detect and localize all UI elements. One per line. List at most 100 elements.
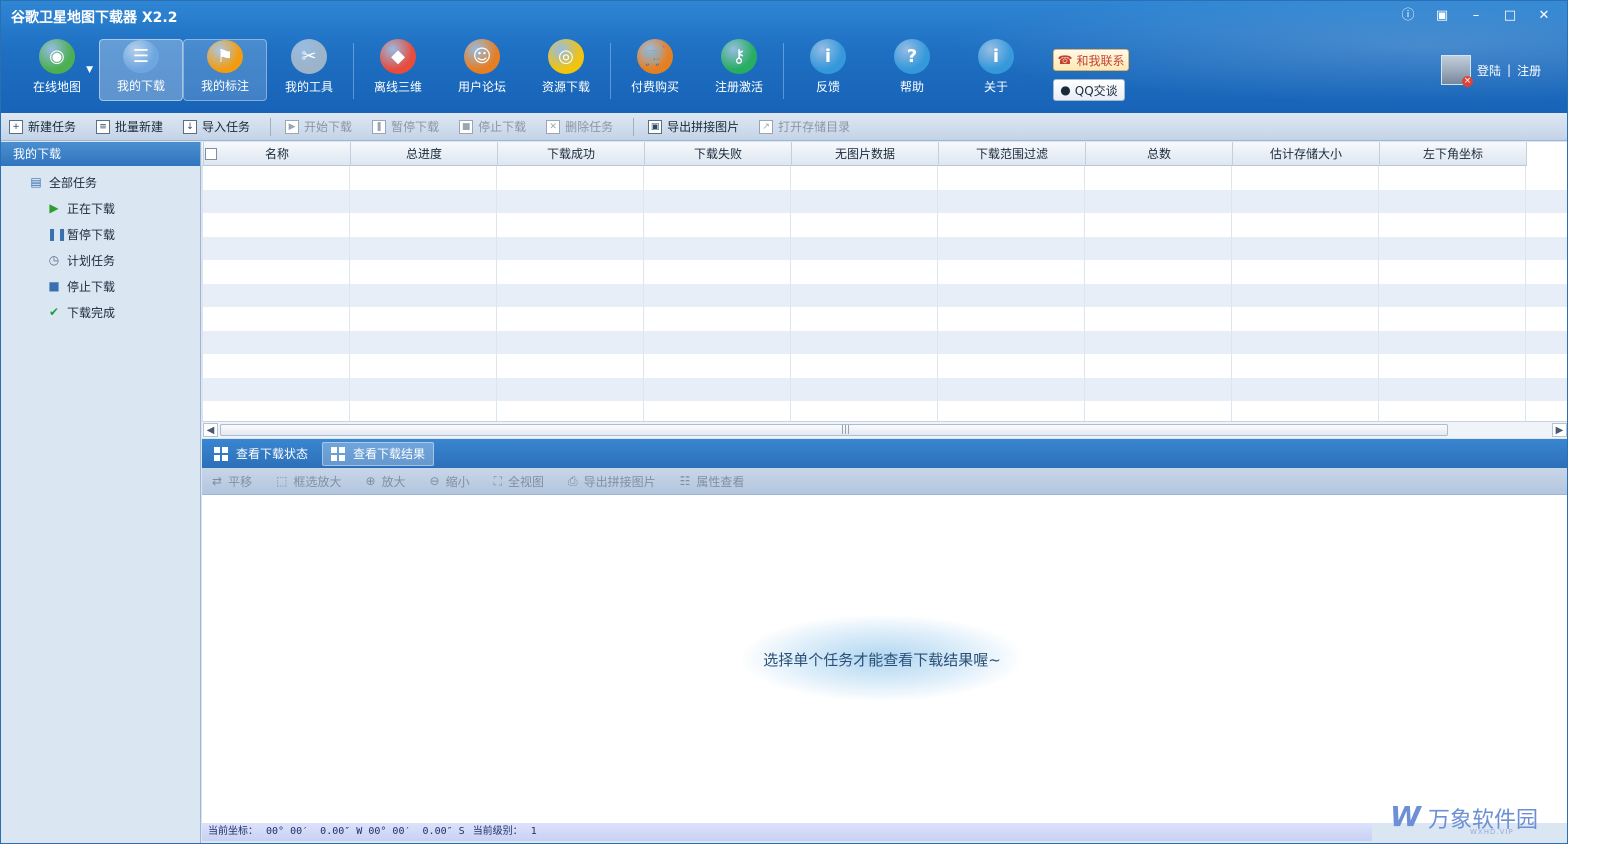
maximize-icon[interactable]: □ xyxy=(1495,5,1525,27)
toolbar-resource-globe-button[interactable]: ◎ 资源下载 xyxy=(524,39,608,101)
result-export-image-button[interactable]: ⎙ 导出拼接图片 xyxy=(568,473,656,490)
horizontal-scrollbar[interactable]: ◀ ||| ▶ xyxy=(202,421,1567,438)
result-pan-button[interactable]: ⇄ 平移 xyxy=(212,473,252,490)
column-header[interactable]: 估计存储大小 xyxy=(1233,142,1380,166)
table-row[interactable] xyxy=(202,330,1567,354)
login-link[interactable]: 登陆 xyxy=(1477,62,1501,79)
table-row[interactable] xyxy=(202,283,1567,307)
toolbar-info-button[interactable]: i 关于 xyxy=(954,39,1038,101)
toolbar-feedback-button[interactable]: i 反馈 xyxy=(786,39,870,101)
table-row[interactable] xyxy=(202,377,1567,401)
map-pin-icon: ⚑ xyxy=(207,40,243,73)
tab-label: 查看下载结果 xyxy=(353,447,426,461)
tree-item-play[interactable]: ▶ 正在下载 xyxy=(1,195,200,221)
tab-download-status[interactable]: 查看下载状态 xyxy=(206,442,316,466)
table-row[interactable] xyxy=(202,189,1567,213)
table-cell xyxy=(791,330,938,354)
register-link[interactable]: 注册 xyxy=(1517,62,1541,79)
toolbar-map-pin-button[interactable]: ⚑ 我的标注 xyxy=(183,39,267,101)
toolbar-cart-button[interactable]: 🛒 付费购买 xyxy=(613,39,697,101)
scroll-left-icon[interactable]: ◀ xyxy=(203,423,218,437)
task-export-image-button[interactable]: ▣ 导出拼接图片 xyxy=(648,118,739,135)
column-header[interactable]: 总数 xyxy=(1086,142,1233,166)
table-cell xyxy=(938,166,1085,190)
open-folder-icon: ↗ xyxy=(759,119,774,134)
table-cell xyxy=(350,236,497,260)
tree-item-check[interactable]: ✔ 下载完成 xyxy=(1,299,200,325)
task-import-button[interactable]: ↓ 导入任务 xyxy=(183,118,250,135)
toolbar-users-button[interactable]: ☺ 用户论坛 xyxy=(440,39,524,101)
scroll-thumb[interactable]: ||| xyxy=(220,424,1448,436)
toolbar-help-button[interactable]: ? 帮助 xyxy=(870,39,954,101)
result-full-view-button[interactable]: ⛶ 全视图 xyxy=(494,473,544,490)
toolbar-separator xyxy=(633,117,635,136)
pan-icon: ⇄ xyxy=(212,474,223,488)
result-zoom-in-button[interactable]: ⊕ 放大 xyxy=(365,473,405,490)
column-header[interactable]: 下载范围过滤 xyxy=(939,142,1086,166)
tree-item-all-tasks[interactable]: ▤ 全部任务 xyxy=(1,169,200,195)
table-cell xyxy=(1232,354,1379,378)
table-row[interactable] xyxy=(202,307,1567,331)
chevron-down-icon[interactable]: ▼ xyxy=(86,65,93,75)
result-hint-text: 选择单个任务才能查看下载结果喔~ xyxy=(763,651,1001,669)
table-cell xyxy=(497,354,644,378)
table-row[interactable] xyxy=(202,213,1567,237)
task-batch-new-button[interactable]: ≡ 批量新建 xyxy=(96,118,163,135)
toolbar-tools-button[interactable]: ✂ 我的工具 xyxy=(267,39,351,101)
table-row[interactable] xyxy=(202,354,1567,378)
title-toolbar-band: 谷歌卫星地图下载器 X2.2 ⓘ ▣ – □ ✕ ◉ 在线地图 ▼ ☰ 我的下载 ⚑ 我的标注 ✂ 我的… xyxy=(1,1,1567,113)
table-cell xyxy=(938,377,1085,401)
toolbar-lock-globe-button[interactable]: ⚷ 注册激活 xyxy=(697,39,781,101)
table-cell xyxy=(791,213,938,237)
qq-chat-button[interactable]: ● QQ交谈 xyxy=(1053,79,1125,101)
task-new-task-button[interactable]: + 新建任务 xyxy=(9,118,76,135)
table-cell xyxy=(1085,354,1232,378)
tree-item-pause[interactable]: ❚❚ 暂停下载 xyxy=(1,221,200,247)
column-header[interactable]: 左下角坐标 xyxy=(1380,142,1527,166)
result-button-label: 全视图 xyxy=(508,474,545,489)
toolbar-cubes-button[interactable]: ◆ 离线三维 xyxy=(356,39,440,101)
restore-icon[interactable]: ▣ xyxy=(1427,5,1457,27)
toolbar-label: 我的标注 xyxy=(200,79,249,93)
tree-item-stop[interactable]: ■ 停止下载 xyxy=(1,273,200,299)
main-toolbar: ◉ 在线地图 ▼ ☰ 我的下载 ⚑ 我的标注 ✂ 我的工具 ◆ 离线三维 ☺ 用户论坛 ◎ 资源下载 🛒 付费购… xyxy=(15,39,1038,103)
result-zoom-out-button[interactable]: ⊖ 缩小 xyxy=(430,473,470,490)
column-header[interactable]: 下载成功 xyxy=(498,142,645,166)
batch-new-icon: ≡ xyxy=(96,119,111,134)
result-tabs: 查看下载状态 查看下载结果 xyxy=(202,439,1567,468)
task-button-label: 开始下载 xyxy=(304,120,353,134)
scroll-right-icon[interactable]: ▶ xyxy=(1552,423,1567,437)
task-stop-button: ■ 停止下载 xyxy=(459,118,526,135)
column-header[interactable]: 名称 xyxy=(204,142,351,166)
column-header[interactable]: 下载失败 xyxy=(645,142,792,166)
table-row[interactable] xyxy=(202,260,1567,284)
result-canvas[interactable]: 选择单个任务才能查看下载结果喔~ xyxy=(202,495,1567,823)
contact-us-button[interactable]: ☎ 和我联系 xyxy=(1053,49,1129,71)
tree-item-label: 计划任务 xyxy=(67,253,116,268)
result-properties-button[interactable]: ☷ 属性查看 xyxy=(680,473,745,490)
dots-grid-icon xyxy=(331,446,346,461)
toolbar-download-list-button[interactable]: ☰ 我的下载 xyxy=(99,39,183,101)
column-header[interactable]: 总进度 xyxy=(351,142,498,166)
toolbar-label: 我的下载 xyxy=(116,79,165,93)
table-cell xyxy=(791,307,938,331)
tree-item-clock[interactable]: ◷ 计划任务 xyxy=(1,247,200,273)
table-cell xyxy=(791,166,938,190)
result-box-zoom-button[interactable]: ⬚ 框选放大 xyxy=(276,473,341,490)
table-cell xyxy=(350,166,497,190)
table-row[interactable] xyxy=(202,236,1567,260)
tab-download-result[interactable]: 查看下载结果 xyxy=(322,441,435,466)
avatar[interactable] xyxy=(1441,55,1473,87)
info-icon[interactable]: ⓘ xyxy=(1393,5,1423,27)
close-icon[interactable]: ✕ xyxy=(1529,5,1559,27)
table-cell xyxy=(791,189,938,213)
select-all-checkbox[interactable] xyxy=(205,148,217,160)
result-button-label: 平移 xyxy=(228,474,253,489)
toolbar-globe-button[interactable]: ◉ 在线地图 ▼ xyxy=(15,39,99,101)
column-header[interactable]: 无图片数据 xyxy=(792,142,939,166)
contact-icon: ☎ xyxy=(1057,53,1073,67)
table-row[interactable] xyxy=(202,166,1567,190)
table-cell xyxy=(791,354,938,378)
tree-item-label: 全部任务 xyxy=(49,175,98,190)
minimize-icon[interactable]: – xyxy=(1461,5,1491,27)
